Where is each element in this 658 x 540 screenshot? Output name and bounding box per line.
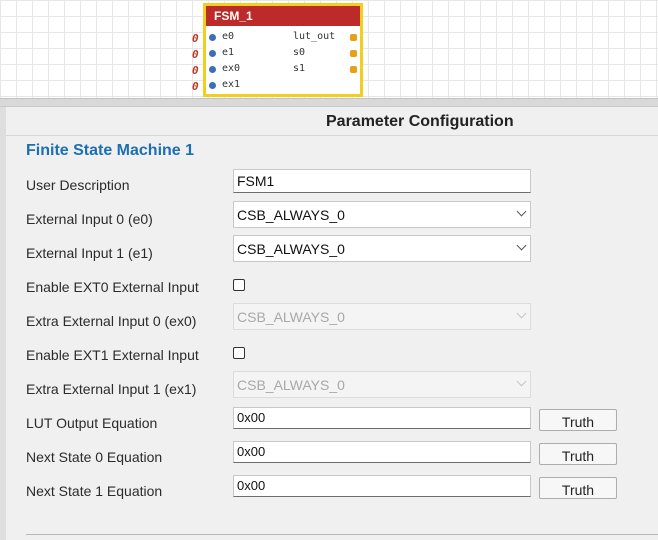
- output-pin-icon[interactable]: [350, 50, 357, 57]
- external-input-0-value: CSB_ALWAYS_0: [237, 207, 345, 223]
- extra-input-1-label: Extra External Input 1 (ex1): [26, 381, 197, 397]
- input-pin-label-ex1: ex1: [222, 79, 241, 90]
- next-state-0-equation-input[interactable]: 0x00: [233, 441, 531, 463]
- input-pin-label-e1: e1: [222, 47, 235, 58]
- next-state-0-truth-button[interactable]: Truth: [539, 443, 617, 465]
- parameter-panel: Parameter Configuration Finite State Mac…: [6, 107, 658, 540]
- external-input-1-value: CSB_ALWAYS_0: [237, 241, 345, 257]
- user-description-label: User Description: [26, 177, 130, 193]
- enable-ext1-checkbox[interactable]: [233, 347, 245, 359]
- chevron-down-icon: [516, 308, 527, 319]
- panel-title: Parameter Configuration: [326, 113, 514, 130]
- external-input-1-select[interactable]: CSB_ALWAYS_0: [233, 235, 531, 262]
- next-state-0-equation-label: Next State 0 Equation: [26, 449, 163, 465]
- enable-ext0-label: Enable EXT0 External Input: [26, 279, 199, 295]
- input-pin-label-ex0: ex0: [222, 63, 241, 74]
- fsm-block[interactable]: FSM_1 e0 lut_out e1 s0 ex0 s1 ex1: [203, 3, 363, 97]
- output-pin-label-lut-out: lut_out: [293, 31, 336, 42]
- next-state-1-truth-button[interactable]: Truth: [539, 477, 617, 499]
- output-pin-icon[interactable]: [350, 34, 357, 41]
- lut-output-equation-label: LUT Output Equation: [26, 415, 158, 431]
- input-pin-label-e0: e0: [222, 31, 235, 42]
- section-title: Finite State Machine 1: [26, 142, 195, 159]
- panel-header: Parameter Configuration: [6, 107, 658, 136]
- chevron-down-icon: [516, 240, 527, 251]
- ex1-constant-value: 0: [192, 80, 199, 93]
- input-pin-icon[interactable]: [209, 66, 216, 73]
- external-input-1-label: External Input 1 (e1): [26, 245, 153, 261]
- schematic-canvas[interactable]: 0 0 0 0 FSM_1 e0 lut_out e1 s0 ex0 s1 ex…: [0, 0, 658, 98]
- bottom-divider: [26, 534, 658, 535]
- pin-row-e1-s0: e1 s0: [206, 46, 360, 62]
- lut-output-equation-input[interactable]: 0x00: [233, 407, 531, 429]
- output-pin-label-s0: s0: [293, 47, 306, 58]
- e1-constant-value: 0: [192, 48, 199, 61]
- pin-row-ex0-s1: ex0 s1: [206, 62, 360, 78]
- chevron-down-icon: [516, 206, 527, 217]
- fsm-block-title: FSM_1: [206, 6, 360, 26]
- extra-input-1-select[interactable]: CSB_ALWAYS_0: [233, 371, 531, 398]
- chevron-down-icon: [516, 376, 527, 387]
- external-input-0-select[interactable]: CSB_ALWAYS_0: [233, 201, 531, 228]
- extra-input-0-value: CSB_ALWAYS_0: [237, 309, 345, 325]
- extra-input-0-select[interactable]: CSB_ALWAYS_0: [233, 303, 531, 330]
- extra-input-0-label: Extra External Input 0 (ex0): [26, 313, 197, 329]
- output-pin-label-s1: s1: [293, 63, 306, 74]
- lut-output-truth-button[interactable]: Truth: [539, 409, 617, 431]
- external-input-0-label: External Input 0 (e0): [26, 211, 153, 227]
- output-pin-icon[interactable]: [350, 66, 357, 73]
- input-pin-icon[interactable]: [209, 34, 216, 41]
- pin-row-ex1: ex1: [206, 78, 360, 94]
- next-state-1-equation-input[interactable]: 0x00: [233, 475, 531, 497]
- user-description-input[interactable]: FSM1: [233, 169, 531, 193]
- input-pin-icon[interactable]: [209, 82, 216, 89]
- input-pin-icon[interactable]: [209, 50, 216, 57]
- enable-ext1-label: Enable EXT1 External Input: [26, 347, 199, 363]
- e0-constant-value: 0: [192, 32, 199, 45]
- ex0-constant-value: 0: [192, 64, 199, 77]
- next-state-1-equation-label: Next State 1 Equation: [26, 483, 163, 499]
- pin-row-e0-lut-out: e0 lut_out: [206, 30, 360, 46]
- panel-splitter[interactable]: [0, 98, 658, 107]
- enable-ext0-checkbox[interactable]: [233, 279, 245, 291]
- extra-input-1-value: CSB_ALWAYS_0: [237, 377, 345, 393]
